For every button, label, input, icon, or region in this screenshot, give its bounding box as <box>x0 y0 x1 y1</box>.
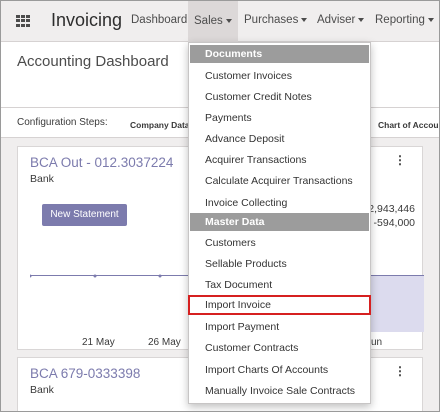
top-navbar: Invoicing Dashboard Sales Purchases Advi… <box>1 1 439 42</box>
menu-item-customer-contracts[interactable]: Customer Contracts <box>190 338 369 358</box>
menu-item-tax-document[interactable]: Tax Document <box>190 275 369 295</box>
journal-title[interactable]: BCA 679-0333398 <box>30 366 140 381</box>
app-title: Invoicing <box>51 10 123 30</box>
journal-type: Bank <box>30 384 54 396</box>
chevron-down-icon <box>301 17 308 22</box>
menu-item-customers[interactable]: Customers <box>190 233 369 253</box>
graph-tick-label: 21 May <box>82 337 115 348</box>
nav-purchases[interactable]: Purchases <box>244 14 308 26</box>
graph-tick-label: un <box>371 337 383 348</box>
dropdown-header-master-data: Master Data <box>190 213 369 231</box>
config-step-company-data[interactable]: Company Data <box>130 120 190 130</box>
nav-dashboard[interactable]: Dashboard <box>131 14 187 26</box>
menu-item-import-payment[interactable]: Import Payment <box>190 317 369 337</box>
new-statement-button[interactable]: New Statement <box>42 204 127 226</box>
menu-item-payments[interactable]: Payments <box>190 108 369 128</box>
graph-tick-label: 26 May <box>148 337 181 348</box>
apps-grid-icon[interactable] <box>16 15 30 27</box>
chevron-down-icon <box>225 18 232 23</box>
nav-reporting[interactable]: Reporting <box>375 14 434 26</box>
menu-item-customer-credit-notes[interactable]: Customer Credit Notes <box>190 87 369 107</box>
chevron-down-icon <box>358 17 365 22</box>
menu-item-sellable-products[interactable]: Sellable Products <box>190 254 369 274</box>
kebab-menu-icon[interactable]: ⋮ <box>394 365 406 377</box>
journal-title[interactable]: BCA Out - 012.3037224 <box>30 155 173 170</box>
menu-item-acquirer-transactions[interactable]: Acquirer Transactions <box>190 150 369 170</box>
dropdown-header-documents: Documents <box>190 45 369 63</box>
menu-item-advance-deposit[interactable]: Advance Deposit <box>190 129 369 149</box>
menu-item-import-invoice[interactable]: Import Invoice <box>188 295 371 315</box>
menu-item-calculate-acquirer-transactions[interactable]: Calculate Acquirer Transactions <box>190 171 369 191</box>
menu-item-import-charts-of-accounts[interactable]: Import Charts Of Accounts <box>190 360 369 380</box>
app-window: Invoicing Dashboard Sales Purchases Advi… <box>0 0 440 412</box>
page-title: Accounting Dashboard <box>17 53 169 70</box>
nav-sales[interactable]: Sales <box>188 1 238 42</box>
menu-item-invoice-collecting[interactable]: Invoice Collecting <box>190 193 369 213</box>
kebab-menu-icon[interactable]: ⋮ <box>394 154 406 166</box>
journal-type: Bank <box>30 173 54 185</box>
sales-dropdown-menu: Documents Customer Invoices Customer Cre… <box>188 42 371 404</box>
nav-adviser[interactable]: Adviser <box>317 14 365 26</box>
configuration-steps-label: Configuration Steps: <box>17 117 108 128</box>
config-step-chart-of-accounts[interactable]: Chart of Accounts <box>378 120 439 130</box>
menu-item-customer-invoices[interactable]: Customer Invoices <box>190 66 369 86</box>
graph-area <box>368 276 424 332</box>
menu-item-manually-invoice-sale-contracts[interactable]: Manually Invoice Sale Contracts <box>190 381 369 401</box>
chevron-down-icon <box>427 17 434 22</box>
difference-value: -594,000 <box>373 217 415 229</box>
